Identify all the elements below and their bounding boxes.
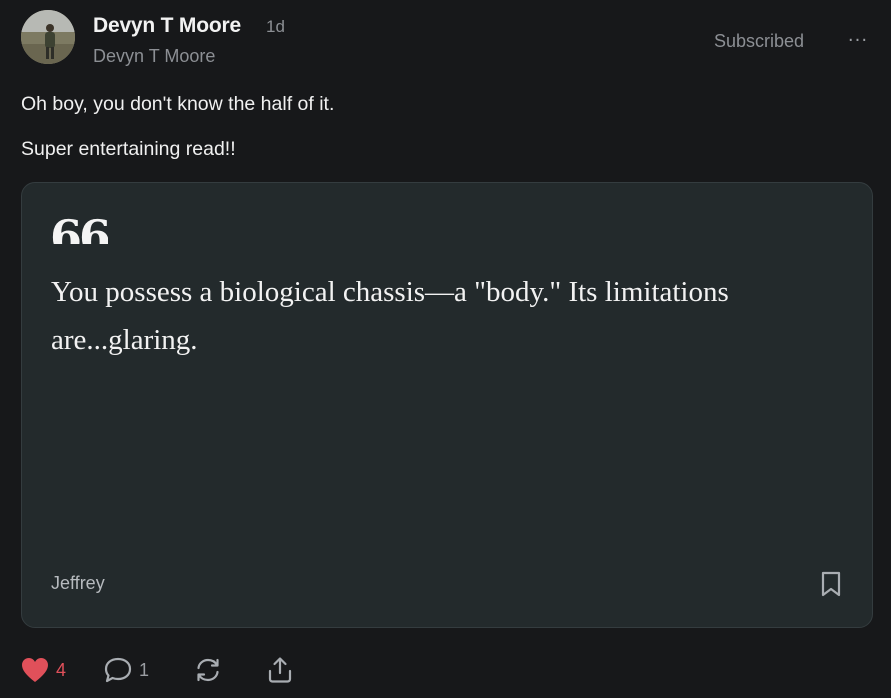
- author-handle[interactable]: Devyn T Moore: [93, 46, 215, 67]
- quote-mark: 66: [50, 214, 109, 244]
- restack-button[interactable]: [193, 655, 223, 685]
- share-icon: [268, 657, 292, 683]
- comment-icon: [104, 657, 132, 683]
- author-name[interactable]: Devyn T Moore: [93, 14, 241, 38]
- comment-text-line: Super entertaining read!!: [21, 138, 236, 160]
- like-button[interactable]: 4: [20, 655, 66, 685]
- share-button[interactable]: [265, 655, 295, 685]
- like-count: 4: [56, 659, 67, 680]
- quote-card[interactable]: [21, 182, 873, 628]
- avatar-photo: [21, 10, 75, 64]
- restack-icon: [197, 658, 219, 682]
- comment-button[interactable]: 1: [103, 655, 149, 685]
- comment-text-line: Oh boy, you don't know the half of it.: [21, 93, 335, 115]
- comment-count: 1: [139, 659, 150, 680]
- more-icon[interactable]: ···: [838, 28, 878, 54]
- quote-author: Jeffrey: [51, 573, 105, 593]
- subscribed-button[interactable]: Subscribed: [702, 28, 816, 55]
- post: Devyn T Moore 1d Devyn T Moore Subscribe…: [0, 0, 891, 698]
- post-timestamp[interactable]: 1d: [266, 17, 285, 37]
- quote-text: You possess a biological chassis—a "body…: [51, 276, 729, 356]
- avatar[interactable]: [21, 10, 75, 64]
- bookmark-icon[interactable]: [818, 570, 844, 598]
- heart-icon: [22, 658, 48, 682]
